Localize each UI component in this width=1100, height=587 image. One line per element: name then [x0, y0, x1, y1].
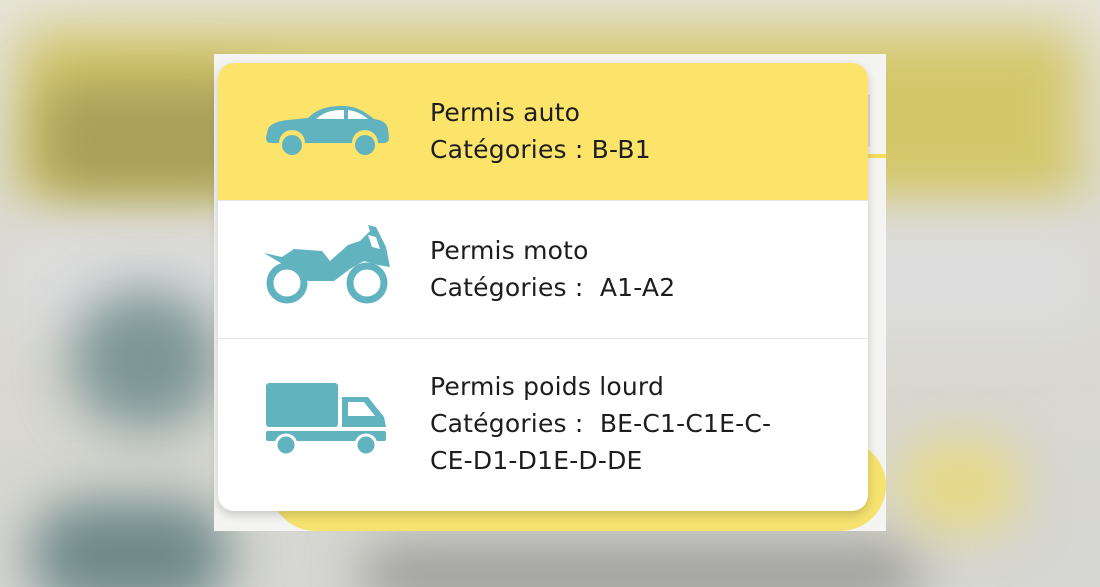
license-type-dropdown: Permis auto Catégories : B-B1 Permis mot… [218, 63, 868, 511]
option-text: Permis poids lourd Catégories : BE-C1-C1… [430, 368, 830, 479]
option-title: Permis auto [430, 98, 581, 127]
car-icon [264, 103, 390, 159]
option-categories: Catégories : BE-C1-C1E-C- [430, 409, 772, 438]
motorcycle-icon [264, 225, 390, 309]
option-categories: Catégories : A1-A2 [430, 273, 676, 302]
background-blur-teal-shape [70, 290, 220, 430]
option-permis-auto[interactable]: Permis auto Catégories : B-B1 [218, 63, 868, 200]
background-blur-teal-shape-bottom [30, 500, 230, 587]
option-categories-continued: CE-D1-D1E-D-DE [430, 446, 643, 475]
background-blur-yellow-shape [900, 440, 1020, 530]
option-title: Permis moto [430, 236, 589, 265]
page-field-underline [868, 154, 886, 158]
option-text: Permis moto Catégories : A1-A2 [430, 232, 675, 306]
option-text: Permis auto Catégories : B-B1 [430, 94, 651, 168]
option-title: Permis poids lourd [430, 372, 665, 401]
page-field-border [868, 95, 870, 147]
option-permis-poids-lourd[interactable]: Permis poids lourd Catégories : BE-C1-C1… [218, 338, 868, 511]
option-permis-moto[interactable]: Permis moto Catégories : A1-A2 [218, 200, 868, 338]
truck-icon [264, 383, 390, 459]
background-blur-bottom-bar [360, 545, 920, 587]
option-categories: Catégories : B-B1 [430, 135, 651, 164]
